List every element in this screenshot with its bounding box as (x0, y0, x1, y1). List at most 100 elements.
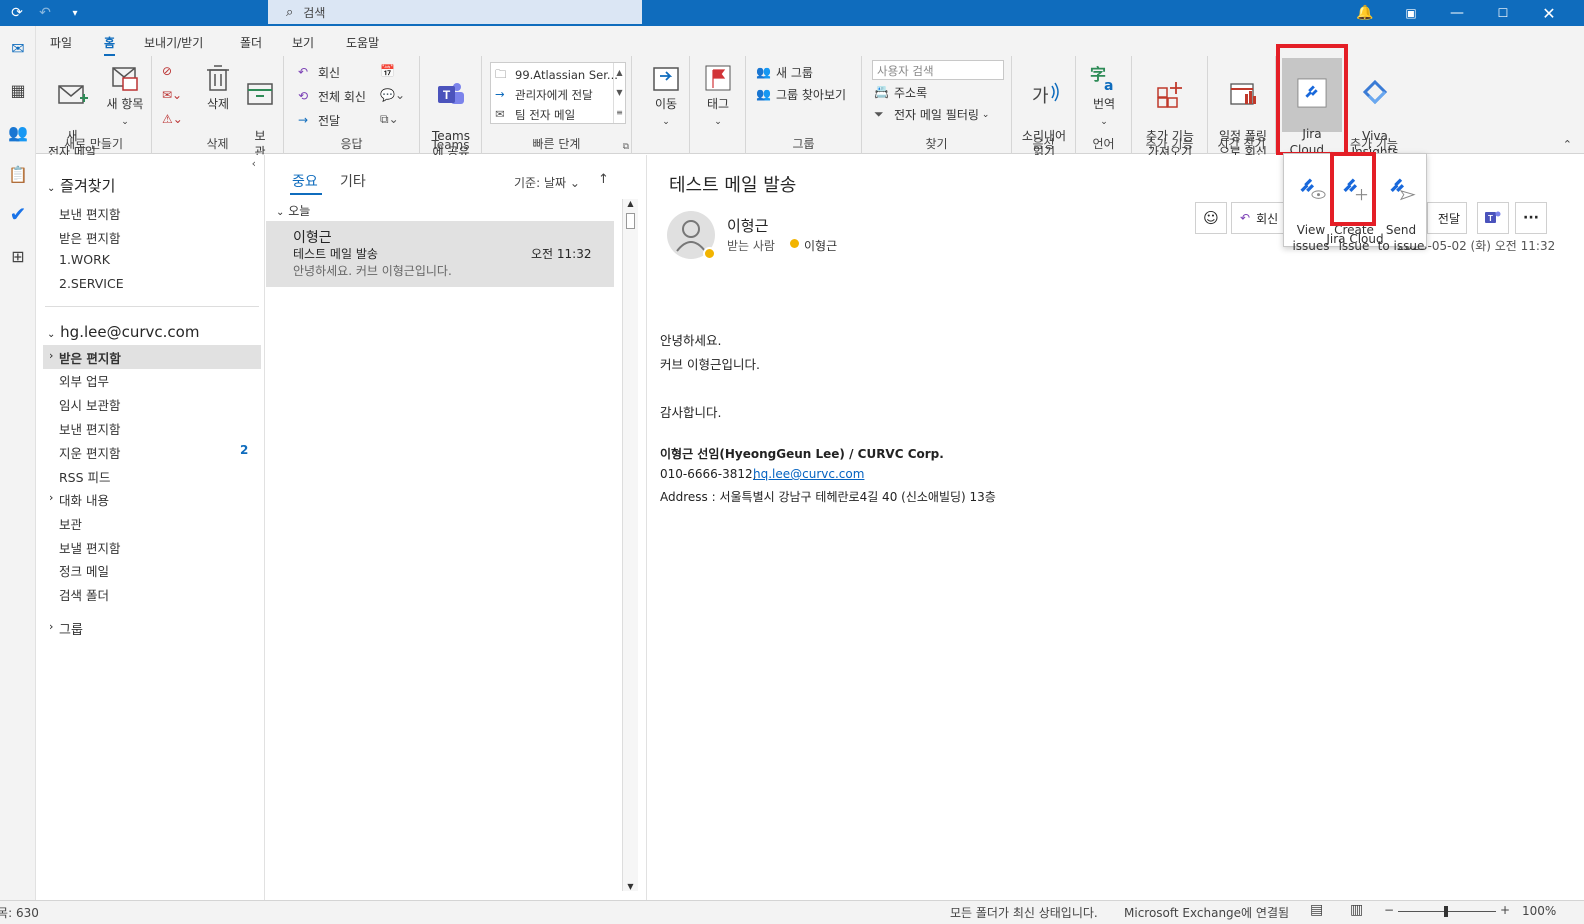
tab-help[interactable]: 도움말 (346, 34, 379, 51)
minimize-icon[interactable]: — (1446, 2, 1468, 24)
scroll-up-icon[interactable]: ▲ (623, 199, 638, 208)
scrollbar[interactable]: ▲ ▼ (622, 199, 638, 891)
folder-item[interactable]: 외부 업무 (59, 371, 109, 390)
normal-view-icon[interactable]: ▤ (1310, 902, 1323, 918)
folder-item[interactable]: 보관 (59, 514, 82, 533)
message-subject: 테스트 메일 발송 (293, 247, 378, 261)
unread-count-badge: 2 (240, 443, 249, 457)
email-sender[interactable]: 이형근 (727, 215, 768, 236)
folder-item[interactable]: 검색 폴더 (59, 585, 109, 604)
sync-icon[interactable]: ⟳ (6, 3, 28, 23)
meeting-button[interactable]: 📅 (380, 64, 395, 78)
folder-favorite[interactable]: 보낸 편지함 (59, 204, 120, 223)
folder-pane: ‹ ⌄ 즐겨찾기 보낸 편지함 받은 편지함 1.WORK 2.SERVICE … (37, 155, 265, 900)
tab-folder[interactable]: 폴더 (240, 34, 262, 51)
sort-direction-icon[interactable]: ↑ (598, 172, 609, 187)
account-header[interactable]: ⌄ hg.lee@curvc.com (47, 323, 199, 341)
reading-pane: 테스트 메일 발송 이형근 받는 사람 이형근 ☺ ↶ 회신 전달 T ··· 2… (646, 155, 1584, 900)
email-recipient[interactable]: 이형근 (804, 237, 837, 254)
folder-item[interactable]: 대화 내용 (59, 490, 109, 509)
section-today[interactable]: ⌄ 오늘 (276, 202, 310, 219)
quick-step-forward-manager[interactable]: → 관리자에게 전달 (495, 87, 593, 103)
tab-focused[interactable]: 중요 (292, 171, 318, 191)
folder-item[interactable]: 보낸 편지함 (59, 419, 120, 438)
quick-step-atlassian[interactable]: 🗀 99.Atlassian Ser... (495, 67, 618, 83)
tasks-icon[interactable]: 📋 (4, 162, 32, 186)
reading-view-icon[interactable]: ▥ (1350, 902, 1363, 918)
folder-favorite[interactable]: 1.WORK (59, 252, 110, 267)
zoom-in-icon[interactable]: + (1500, 903, 1510, 917)
forward-button[interactable]: → 전달 (298, 112, 340, 129)
search-people-input[interactable]: 사용자 검색 (872, 60, 1004, 80)
scroll-thumb[interactable] (626, 213, 635, 229)
quick-steps-scroll[interactable]: ▲ ▼ ≡ (613, 63, 625, 123)
search-box[interactable]: ⌕ 검색 (268, 0, 642, 24)
todo-icon[interactable]: ✔ (4, 202, 32, 226)
ribbon-display-icon[interactable]: ▣ (1400, 2, 1422, 24)
favorites-header[interactable]: ⌄ 즐겨찾기 (47, 175, 115, 196)
junk-button[interactable]: ⚠⌄ (162, 112, 183, 126)
more-actions-button[interactable]: ··· (1515, 202, 1547, 234)
apps-icon[interactable]: ⊞ (4, 244, 32, 268)
new-items-button[interactable]: 새 항목 ⌄ (100, 62, 150, 130)
translate-button[interactable]: 字a 번역 ⌄ (1084, 62, 1124, 130)
tab-home[interactable]: 홈 (104, 34, 116, 56)
tab-view[interactable]: 보기 (292, 34, 314, 51)
tab-other[interactable]: 기타 (340, 171, 366, 191)
mail-icon[interactable]: ✉ (4, 36, 32, 60)
folder-deleted[interactable]: 지운 편지함 (59, 443, 120, 462)
sort-dropdown[interactable]: 기준: 날짜 ⌄ (514, 174, 580, 191)
collapse-ribbon-icon[interactable]: ⌃ (1563, 138, 1572, 151)
people-icon[interactable]: 👥 (4, 120, 32, 144)
folder-favorite[interactable]: 받은 편지함 (59, 228, 120, 247)
folder-item[interactable]: RSS 피드 (59, 467, 111, 486)
ignore-button[interactable]: ⊘ (162, 64, 172, 78)
quick-steps-gallery: 🗀 99.Atlassian Ser... → 관리자에게 전달 ✉ 팀 전자 메일 … (490, 62, 626, 124)
filter-email-button[interactable]: ⏷ 전자 메일 필터링 ⌄ (874, 106, 989, 123)
undo-icon[interactable]: ↶ (34, 3, 56, 23)
react-button[interactable]: ☺ (1195, 202, 1227, 234)
chevron-right-icon[interactable]: › (49, 349, 53, 362)
tag-button[interactable]: 태그 ⌄ (698, 62, 738, 130)
group-delete-label: 삭제 (206, 137, 229, 151)
scroll-down-icon[interactable]: ▼ (623, 882, 638, 891)
move-button[interactable]: 이동 ⌄ (646, 62, 686, 130)
cleanup-button[interactable]: ✉⌄ (162, 88, 182, 102)
dialog-launcher-icon[interactable]: ⧉ (623, 142, 629, 152)
forward-action-button[interactable]: 전달 (1427, 202, 1467, 234)
delete-button[interactable]: 삭제 (198, 62, 238, 112)
reply-button[interactable]: ↶ 회신 (298, 64, 340, 81)
im-button[interactable]: 💬⌄ (380, 88, 405, 102)
zoom-slider-thumb[interactable] (1444, 906, 1448, 917)
new-group-button[interactable]: 👥 새 그룹 (756, 64, 813, 81)
zoom-level[interactable]: 100% (1522, 904, 1556, 918)
signature-email-link[interactable]: hq.lee@curvc.com (753, 467, 864, 481)
chevron-right-icon[interactable]: › (49, 620, 53, 633)
folder-item[interactable]: 임시 보관함 (59, 395, 120, 414)
collapse-pane-icon[interactable]: ‹ (252, 157, 256, 170)
browse-groups-button[interactable]: 👥 그룹 찾아보기 (756, 86, 846, 103)
folder-favorite[interactable]: 2.SERVICE (59, 276, 124, 291)
reply-all-button[interactable]: ⟲ 전체 회신 (298, 88, 366, 105)
maximize-icon[interactable]: ☐ (1492, 2, 1514, 24)
more-respond-button[interactable]: ⧉⌄ (380, 112, 399, 127)
im-icon: 💬⌄ (380, 88, 405, 102)
tab-send-receive[interactable]: 보내기/받기 (144, 34, 203, 51)
chevron-right-icon[interactable]: › (49, 491, 53, 504)
groups-header[interactable]: 그룹 (59, 619, 83, 638)
folder-item[interactable]: 보낼 편지함 (59, 538, 120, 557)
group-groups: 👥 새 그룹 👥 그룹 찾아보기 그룹 (746, 56, 862, 154)
zoom-out-icon[interactable]: − (1384, 903, 1394, 917)
to-label: 받는 사람 (727, 239, 775, 253)
close-icon[interactable]: ✕ (1538, 2, 1560, 24)
calendar-icon[interactable]: ▦ (4, 78, 32, 102)
teams-share-button[interactable]: T (1477, 202, 1509, 234)
customize-icon[interactable]: ▾ (64, 3, 86, 23)
bell-icon[interactable]: 🔔 (1354, 2, 1376, 24)
folder-inbox[interactable]: 받은 편지함 (59, 348, 121, 367)
quick-step-team-email[interactable]: ✉ 팀 전자 메일 (495, 107, 575, 123)
address-book-button[interactable]: 📇 주소록 (874, 84, 927, 101)
folder-item[interactable]: 정크 메일 (59, 561, 109, 580)
message-row-selected[interactable]: 이형근 테스트 메일 발송 오전 11:32 안녕하세요. 커브 이형근입니다. (266, 221, 614, 287)
tab-file[interactable]: 파일 (50, 34, 72, 51)
